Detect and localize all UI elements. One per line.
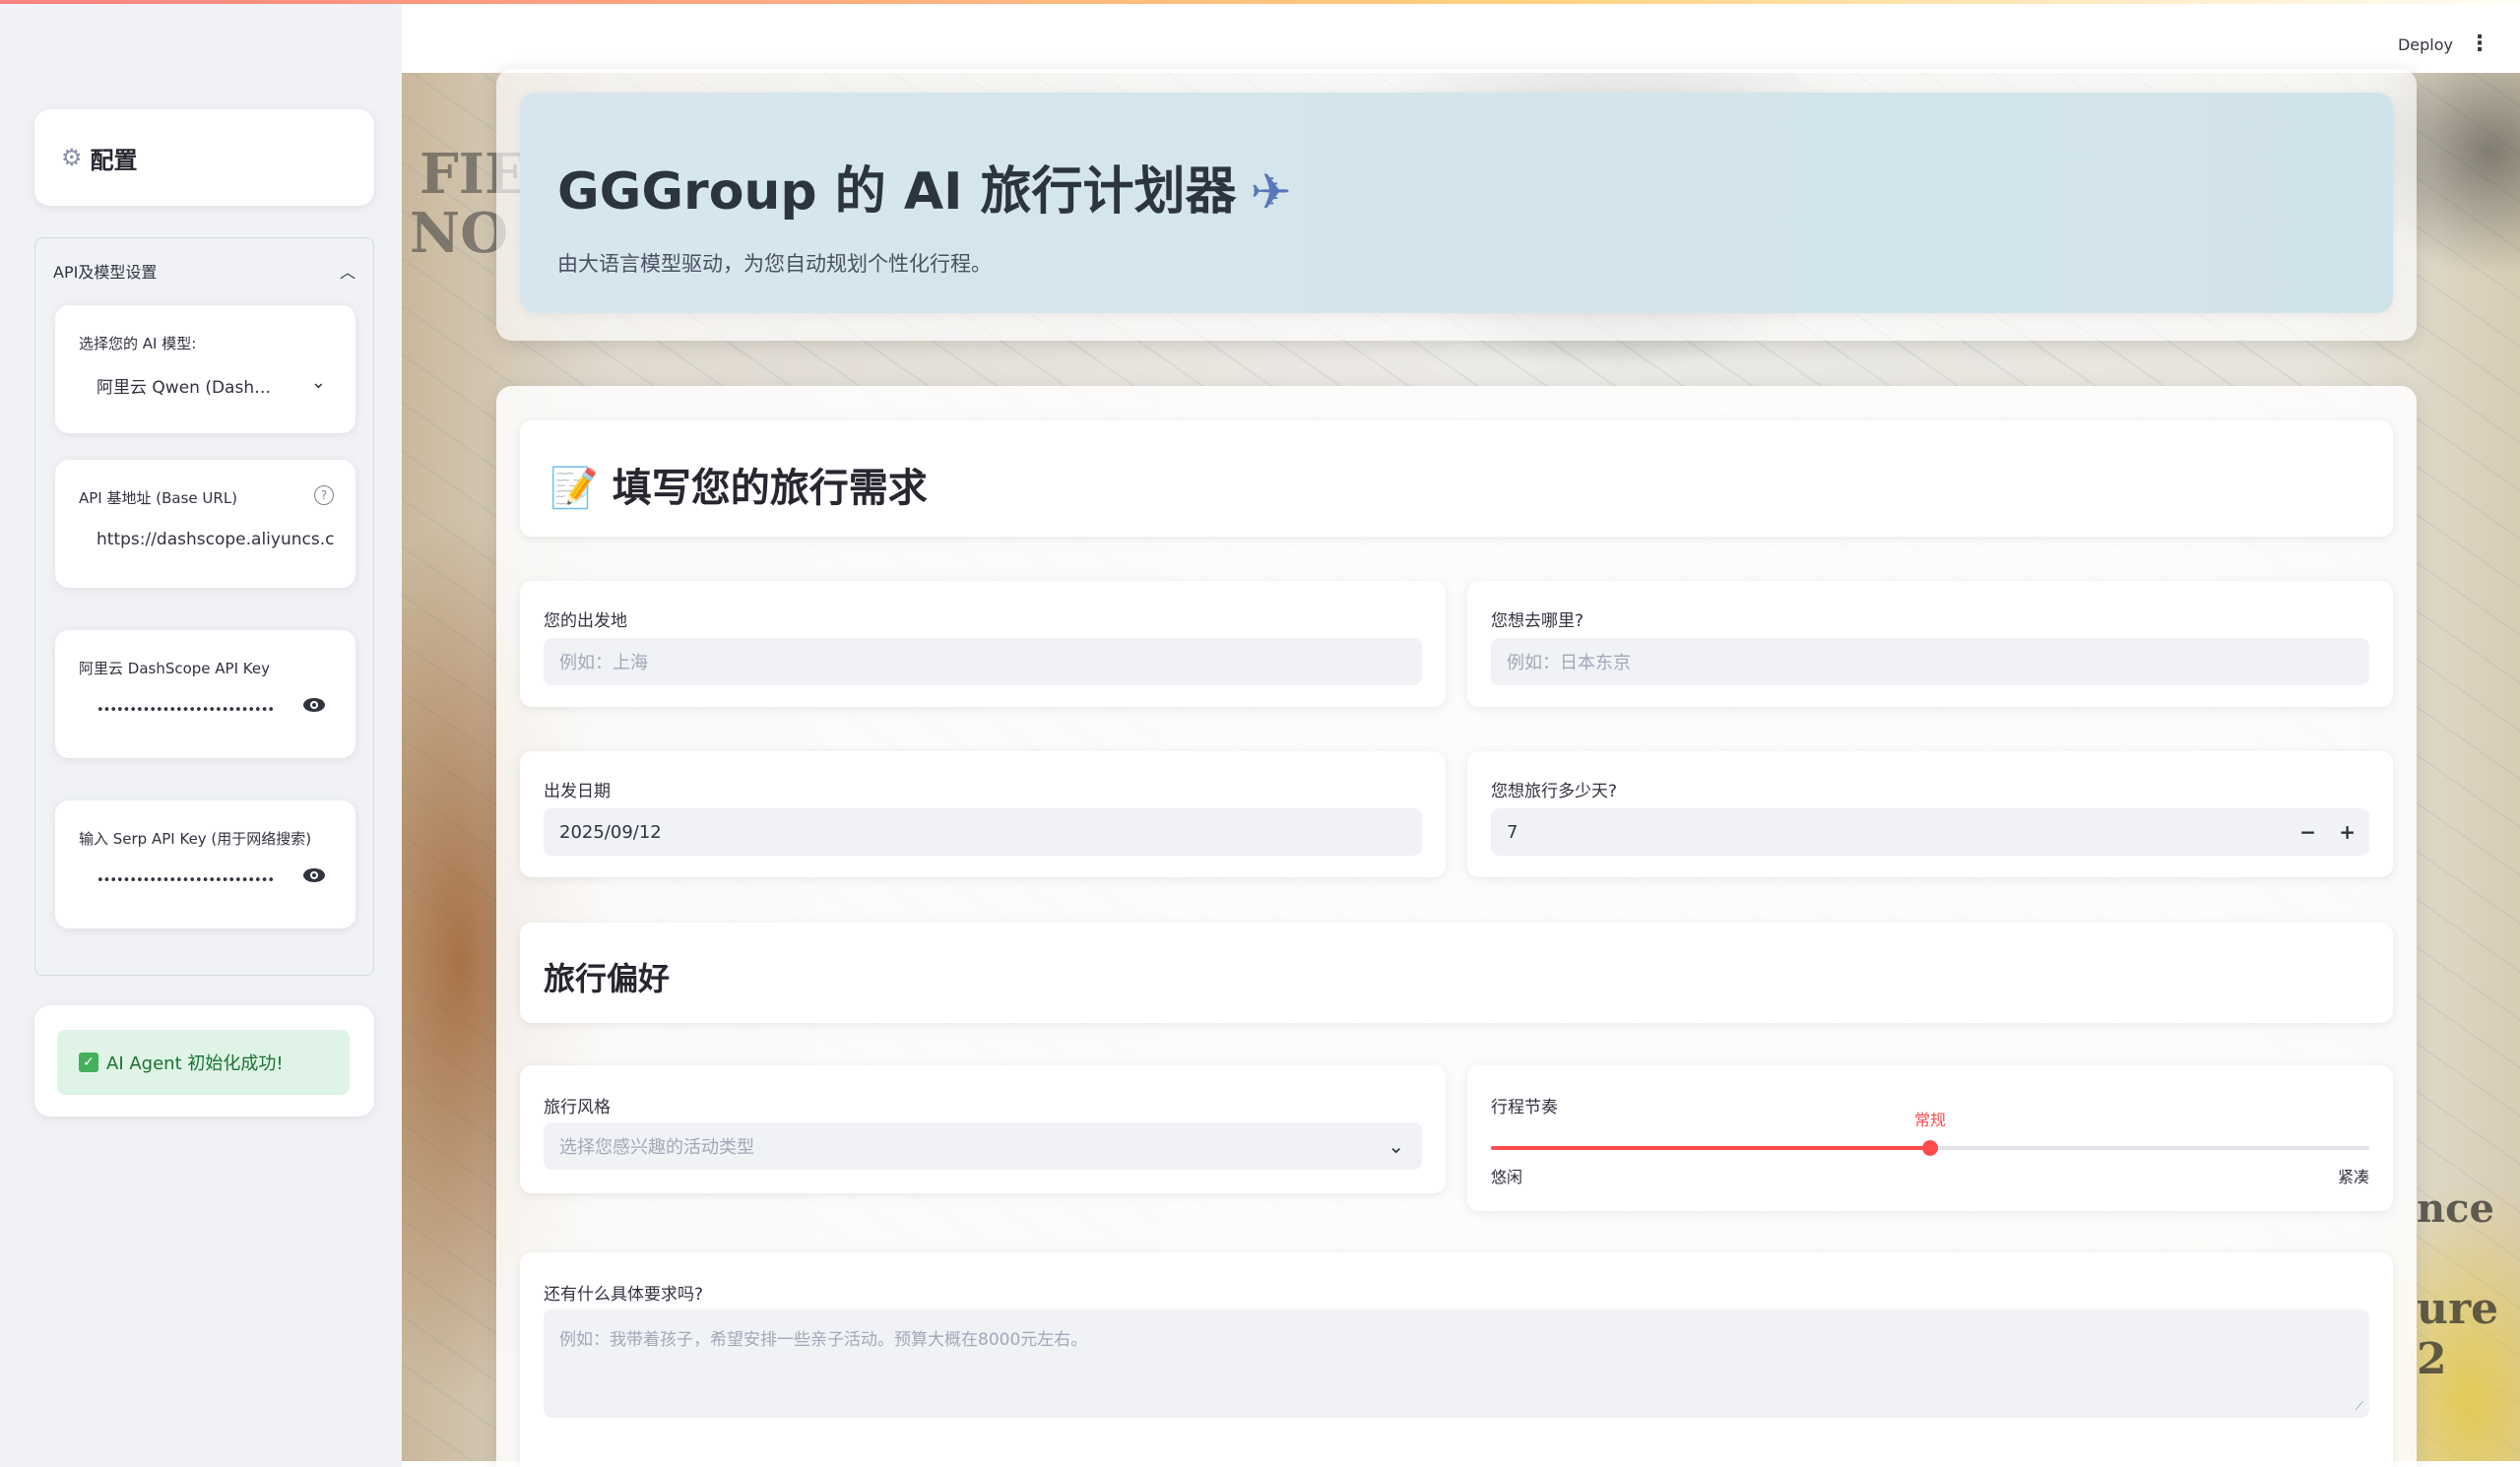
page-title-text: GGGroup 的 AI 旅行计划器 [557,162,1237,222]
page-subtitle: 由大语言模型驱动，为您自动规划个性化行程。 [557,252,992,276]
date-card: 出发日期 2025/09/12 [520,751,1446,877]
airplane-icon: ✈ [1250,163,1292,221]
increment-button[interactable]: + [2339,820,2356,844]
memo-icon: 📝 [549,466,599,511]
base-url-label: API 基地址 (Base URL) [79,489,238,507]
pace-value: 常规 [1913,1111,1947,1129]
dashscope-key-card: 阿里云 DashScope API Key ••••••••••••••••••… [55,630,355,758]
status-card: ✓ AI Agent 初始化成功! [34,1005,374,1116]
decrement-button[interactable]: − [2299,820,2316,844]
destination-card: 您想去哪里? 例如：日本东京 [1467,581,2393,707]
serp-key-card: 输入 Serp API Key (用于网络搜索) •••••••••••••••… [55,800,355,928]
extra-requests-placeholder: 例如：我带着孩子，希望安排一些亲子活动。预算大概在8000元左右。 [559,1330,1088,1350]
expander-label: API及模型设置 [53,263,158,282]
serp-key-value: •••••••••••••••••••••••••••••••••• [97,872,276,888]
form-panel: 📝 填写您的旅行需求 您的出发地 例如：上海 您想去哪里? 例如：日本东京 出发… [496,386,2417,1467]
days-value: 7 [1507,821,1518,843]
style-card: 旅行风格 选择您感兴趣的活动类型 ⌄ [520,1065,1446,1193]
more-vertical-icon[interactable]: ⋮ [2469,32,2490,56]
config-title: 配置 [90,146,138,174]
pace-slider[interactable]: 常规 [1491,1111,2369,1156]
origin-card: 您的出发地 例如：上海 [520,581,1446,707]
background-card-text: ure 2 [2417,1284,2499,1384]
base-url-card: API 基地址 (Base URL) ? https://dashscope.a… [55,460,355,588]
api-settings-expander: API及模型设置 ︿ 选择您的 AI 模型: 阿里云 Qwen (Dash… ⌄… [34,237,374,976]
serp-key-input[interactable]: •••••••••••••••••••••••••••••••••• [79,860,276,901]
model-select[interactable]: 阿里云 Qwen (Dash… [79,364,315,406]
section-header-card: 📝 填写您的旅行需求 [520,420,2393,537]
base-url-value: https://dashscope.aliyuncs.co [97,530,335,549]
dashscope-key-label: 阿里云 DashScope API Key [79,660,270,677]
style-multiselect[interactable]: 选择您感兴趣的活动类型 ⌄ [544,1122,1422,1170]
pace-max-label: 紧凑 [2337,1168,2369,1186]
sidebar: ⚙ 配置 API及模型设置 ︿ 选择您的 AI 模型: 阿里云 Qwen (Da… [0,4,402,1467]
background-card-text: nce [2417,1185,2494,1232]
date-value: 2025/09/12 [559,821,662,843]
chevron-down-icon[interactable]: ⌄ [1388,1134,1404,1158]
chevron-up-icon: ︿ [339,263,355,282]
preferences-title: 旅行偏好 [544,960,671,997]
days-label: 您想旅行多少天? [1491,782,1618,801]
hero-banner: GGGroup 的 AI 旅行计划器 ✈ 由大语言模型驱动，为您自动规划个性化行程… [520,93,2393,313]
pace-label: 行程节奏 [1491,1098,1558,1117]
model-select-value: 阿里云 Qwen (Dash… [97,377,272,398]
days-input[interactable]: 7 − + [1491,808,2369,856]
model-select-card: 选择您的 AI 模型: 阿里云 Qwen (Dash… ⌄ [55,305,355,433]
pace-min-label: 悠闲 [1491,1168,1523,1186]
section-title-text: 填写您的旅行需求 [612,466,928,511]
deploy-button[interactable]: Deploy [2398,35,2453,54]
config-card: ⚙ 配置 [34,109,374,206]
destination-input[interactable]: 例如：日本东京 [1491,638,2369,685]
pace-slider-thumb[interactable]: 常规 [1914,1111,1946,1156]
dashscope-key-value: •••••••••••••••••••••••••••••••••• [97,702,276,718]
resize-handle-icon[interactable]: ⟋ [2356,1399,2363,1414]
origin-placeholder: 例如：上海 [559,653,648,673]
eye-icon[interactable] [302,867,326,888]
eye-icon[interactable] [302,697,326,718]
app-header: Deploy ⋮ [402,4,2520,73]
page-title: GGGroup 的 AI 旅行计划器 ✈ [557,150,1291,223]
pace-slider-fill [1491,1146,1930,1150]
expander-header[interactable]: API及模型设置 ︿ [53,256,355,286]
dashscope-key-input[interactable]: •••••••••••••••••••••••••••••••••• [79,689,276,731]
serp-key-label: 输入 Serp API Key (用于网络搜索) [79,830,312,848]
base-url-input[interactable]: https://dashscope.aliyuncs.co [79,519,335,560]
destination-placeholder: 例如：日本东京 [1507,653,1631,673]
model-select-label: 选择您的 AI 模型: [79,335,197,352]
pace-card: 行程节奏 常规 悠闲 紧凑 [1467,1065,2393,1211]
date-label: 出发日期 [544,782,611,801]
origin-label: 您的出发地 [544,611,627,631]
success-alert: ✓ AI Agent 初始化成功! [57,1030,350,1095]
hero-panel: GGGroup 的 AI 旅行计划器 ✈ 由大语言模型驱动，为您自动规划个性化行程… [496,69,2417,341]
date-input[interactable]: 2025/09/12 [544,808,1422,856]
extra-requests-label: 还有什么具体要求吗? [544,1285,704,1305]
section-title: 📝 填写您的旅行需求 [549,456,928,513]
style-label: 旅行风格 [544,1098,611,1117]
extra-requests-card: 还有什么具体要求吗? 例如：我带着孩子，希望安排一些亲子活动。预算大概在8000… [520,1252,2393,1467]
style-placeholder: 选择您感兴趣的活动类型 [559,1137,754,1158]
check-box-icon: ✓ [79,1052,98,1072]
chevron-down-icon[interactable]: ⌄ [311,372,326,393]
gear-icon: ⚙ [61,144,83,171]
success-text: AI Agent 初始化成功! [106,1053,284,1074]
help-icon[interactable]: ? [314,485,334,505]
destination-label: 您想去哪里? [1491,611,1584,631]
origin-input[interactable]: 例如：上海 [544,638,1422,685]
background-map-text: NO [410,201,508,266]
extra-requests-textarea[interactable]: 例如：我带着孩子，希望安排一些亲子活动。预算大概在8000元左右。 ⟋ [544,1309,2369,1418]
preferences-header-card: 旅行偏好 [520,923,2393,1023]
days-card: 您想旅行多少天? 7 − + [1467,751,2393,877]
